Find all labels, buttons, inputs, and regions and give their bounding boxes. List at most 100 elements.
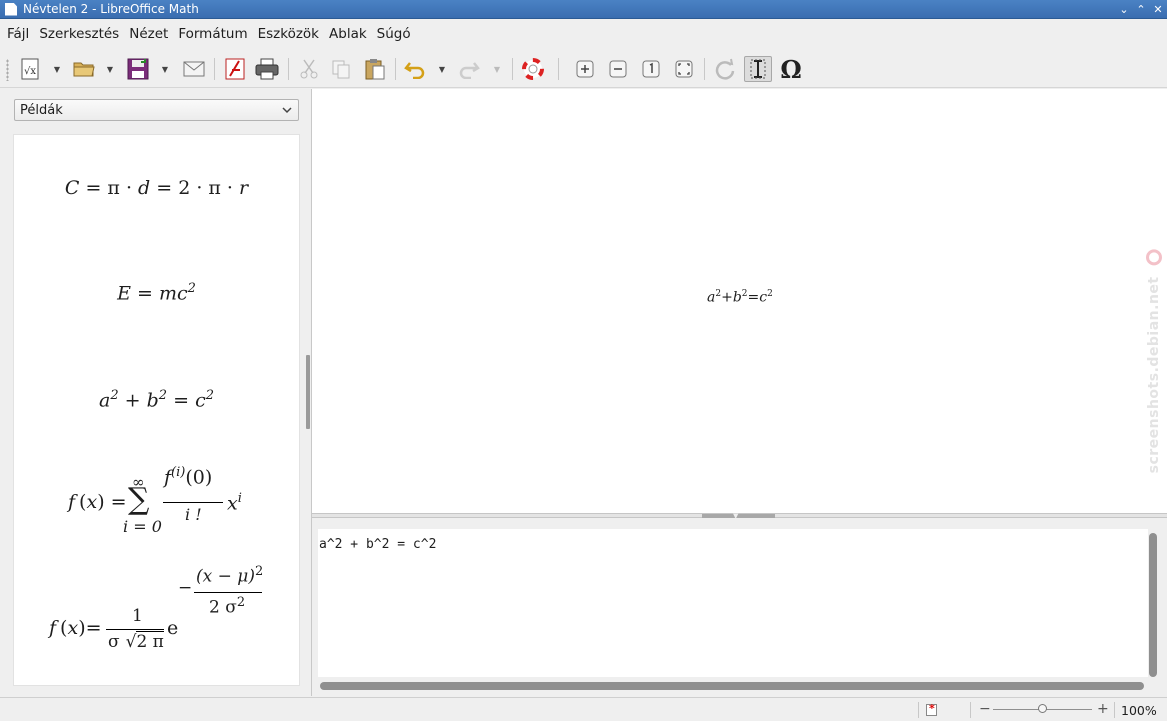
toolbar-separator	[512, 58, 513, 80]
menu-help[interactable]: Súgó	[372, 26, 416, 42]
new-formula-icon[interactable]: √x	[16, 56, 44, 82]
sidebar-splitter[interactable]	[306, 355, 310, 429]
menu-file[interactable]: Fájl	[2, 26, 34, 42]
show-all-icon[interactable]	[670, 56, 698, 82]
category-select-value: Példák	[20, 102, 63, 118]
example-circle-circumference[interactable]: C = π · d = 2 · π · r	[14, 177, 299, 199]
gauss-minus: −	[178, 578, 193, 598]
status-separator	[918, 702, 919, 718]
ex-term: c	[195, 389, 206, 412]
ex-exponent: (i)	[171, 465, 186, 480]
new-dropdown-icon[interactable]: ▼	[52, 56, 62, 82]
term-b: b	[732, 289, 742, 306]
gauss-e: e	[167, 617, 179, 639]
symbols-omega-icon[interactable]: Ω	[777, 55, 805, 84]
zoom-out-icon[interactable]: −	[979, 701, 991, 717]
menu-edit[interactable]: Szerkesztés	[34, 26, 124, 42]
taylor-x: xi	[227, 491, 242, 514]
menu-format[interactable]: Formátum	[173, 26, 252, 42]
ex-term: =	[167, 389, 196, 412]
zoom-out-icon[interactable]	[604, 56, 632, 82]
example-taylor-series[interactable]: f (x) = ∞ ∑ i = 0 f(i)(0) i ! xi	[14, 465, 301, 545]
ex-term: (0)	[185, 466, 213, 489]
vertical-scrollbar[interactable]	[1149, 533, 1157, 677]
ex-term: d	[138, 177, 151, 199]
copy-icon[interactable]	[327, 56, 355, 82]
standard-toolbar: √x ▼ ▼ ▼ ▼ ▼ Ω	[0, 48, 1167, 88]
svg-text:√x: √x	[24, 66, 36, 77]
menu-bar: Fájl Szerkesztés Nézet Formátum Eszközök…	[0, 20, 1167, 48]
status-bar: − + 100%	[0, 697, 1167, 721]
ex-term: c	[176, 282, 188, 305]
zoom-in-icon[interactable]	[571, 56, 599, 82]
horizontal-scrollbar[interactable]	[320, 682, 1144, 690]
email-icon[interactable]	[180, 56, 208, 82]
help-lifebuoy-icon[interactable]	[519, 56, 547, 82]
redo-icon[interactable]	[455, 56, 483, 82]
ex-exponent: i	[237, 491, 242, 506]
ex-term: = 2 · π ·	[150, 177, 240, 199]
ex-exponent: 2	[158, 388, 168, 403]
fraction-bar	[163, 502, 223, 503]
formula-editor[interactable]: a^2 + b^2 = c^2	[318, 529, 1148, 677]
example-pythagoras[interactable]: a2 + b2 = c2	[14, 388, 299, 411]
close-icon[interactable]: ✕	[1150, 3, 1166, 16]
print-icon[interactable]	[253, 56, 281, 82]
formula-preview[interactable]: a2+b2=c2 screenshots.debian.net	[312, 89, 1167, 513]
open-folder-icon[interactable]	[70, 56, 98, 82]
zoom-in-icon[interactable]: +	[1097, 701, 1109, 717]
toolbar-grip[interactable]	[6, 59, 9, 81]
ex-term: 2 π	[136, 631, 164, 652]
splitter-handle[interactable]	[702, 514, 775, 518]
cut-icon[interactable]	[295, 56, 323, 82]
example-gaussian[interactable]: f (x)= 1 σ √2 π e − (x − μ)2 2 σ2	[14, 560, 301, 660]
minimize-icon[interactable]: ⌄	[1116, 3, 1132, 16]
command-window: a^2 + b^2 = c^2	[312, 519, 1167, 696]
taylor-numerator: f(i)(0)	[164, 465, 212, 488]
exponent: 2	[767, 289, 773, 299]
export-pdf-icon[interactable]	[221, 56, 249, 82]
ex-term: = π ·	[79, 177, 139, 199]
example-mass-energy[interactable]: E = mc2	[14, 281, 299, 304]
ex-term: f	[164, 466, 172, 489]
fraction-bar	[194, 592, 262, 593]
status-separator	[1114, 702, 1115, 718]
toolbar-separator	[558, 58, 559, 80]
zoom-100-icon[interactable]	[637, 56, 665, 82]
category-select[interactable]: Példák	[14, 99, 299, 121]
undo-icon[interactable]	[401, 56, 429, 82]
editor-splitter[interactable]: ▼	[312, 512, 1167, 520]
ex-exponent: 2	[254, 564, 264, 579]
ex-exponent: 2	[205, 388, 214, 403]
debian-logo-icon	[1146, 249, 1162, 265]
paste-icon[interactable]	[361, 56, 389, 82]
ex-term: 2 σ	[209, 597, 237, 618]
document-modified-icon[interactable]	[926, 702, 937, 716]
formula-cursor-icon[interactable]	[744, 56, 772, 82]
redo-dropdown-icon[interactable]: ▼	[492, 56, 502, 82]
toolbar-separator	[288, 58, 289, 80]
ex-term: f	[49, 617, 57, 639]
maximize-icon[interactable]: ⌃	[1133, 3, 1149, 16]
update-icon[interactable]	[711, 56, 739, 82]
equals-sign: =	[747, 289, 760, 306]
ex-exponent: 2	[110, 388, 119, 403]
menu-window[interactable]: Ablak	[324, 26, 372, 42]
zoom-slider-thumb[interactable]	[1038, 704, 1047, 713]
elements-sidebar: Példák C = π · d = 2 · π · r E = mc2 a2 …	[0, 89, 306, 696]
save-icon[interactable]	[124, 56, 152, 82]
gauss-one: 1	[132, 606, 143, 626]
zoom-level[interactable]: 100%	[1121, 703, 1157, 718]
ex-term: C	[64, 177, 80, 199]
menu-view[interactable]: Nézet	[124, 26, 173, 42]
status-separator	[970, 702, 971, 718]
open-dropdown-icon[interactable]: ▼	[105, 56, 115, 82]
menu-tools[interactable]: Eszközök	[253, 26, 324, 42]
document-icon	[5, 2, 17, 16]
save-dropdown-icon[interactable]: ▼	[160, 56, 170, 82]
ex-term: E	[117, 282, 131, 305]
ex-term: x	[86, 491, 98, 513]
taylor-lhs: f (x) =	[68, 491, 127, 513]
undo-dropdown-icon[interactable]: ▼	[437, 56, 447, 82]
examples-panel: C = π · d = 2 · π · r E = mc2 a2 + b2 = …	[13, 134, 300, 686]
